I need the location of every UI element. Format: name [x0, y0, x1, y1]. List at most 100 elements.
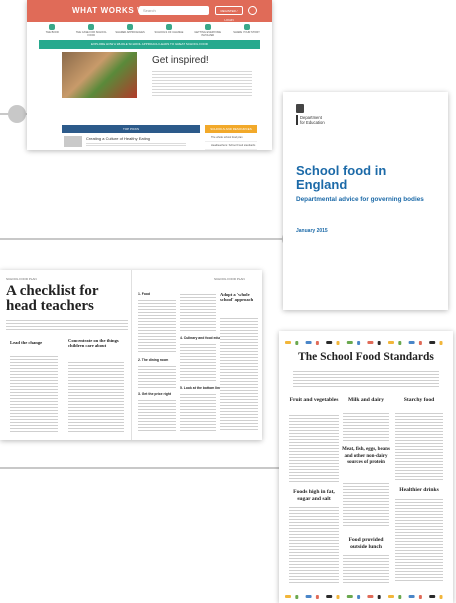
top-picks-header: TOP PICKS — [62, 125, 200, 133]
connector-dot — [8, 105, 26, 123]
department-name: Department for Education — [300, 115, 325, 125]
body-text — [138, 398, 176, 432]
decorative-border-bottom — [279, 589, 453, 599]
body-text — [289, 505, 339, 583]
document-subtitle: Departmental advice for governing bodies — [296, 196, 424, 203]
food-icon — [418, 595, 422, 599]
nav-item[interactable]: SCHOOLS OF CHANGE — [149, 22, 188, 38]
standard-heading: Meat, fish, eggs, beans and other non-da… — [342, 447, 390, 465]
running-header: SCHOOL FOOD PLAN — [6, 277, 37, 281]
column-heading: Adopt a 'whole school' approach — [220, 292, 254, 302]
subheading: 2. The dining room — [138, 358, 169, 362]
side-link[interactable]: The whole school food plan — [205, 134, 257, 142]
document-title: School food in England — [296, 163, 387, 192]
checklist-spread-card[interactable]: SCHOOL FOOD PLAN SCHOOL FOOD PLAN A chec… — [0, 270, 262, 440]
intro-text — [6, 318, 128, 332]
body-text — [68, 360, 124, 432]
food-icon — [398, 595, 402, 599]
food-standards-card[interactable]: The School Food Standards Fruit and vege… — [279, 331, 453, 603]
food-icon — [429, 595, 436, 598]
food-icon — [367, 341, 374, 344]
site-nav: THE BOOK THE CASE FOR SCHOOL FOOD SHARED… — [27, 22, 272, 38]
food-icon — [357, 595, 361, 599]
food-icon — [285, 341, 291, 344]
food-icons-row-bottom — [285, 595, 443, 599]
resources-header: SCHOOLS AND RESOURCES — [205, 125, 257, 133]
standard-heading: Fruit and vegetables — [289, 397, 339, 403]
food-icon — [398, 341, 402, 345]
list-item[interactable]: Creating a Culture of Healthy Eating — [62, 134, 200, 148]
nav-item[interactable]: THE CASE FOR SCHOOL FOOD — [72, 22, 111, 38]
food-icons-row-top — [285, 341, 443, 345]
standard-heading: Healthier drinks — [399, 487, 439, 493]
food-icon — [326, 595, 333, 598]
body-text — [10, 354, 58, 432]
intro-text — [293, 369, 439, 389]
hero-title: Get inspired! — [152, 55, 209, 66]
logo-rule — [296, 115, 298, 125]
food-icon — [439, 341, 443, 345]
food-icon — [285, 595, 291, 598]
nav-item[interactable]: THE BOOK — [33, 22, 72, 38]
connector-line — [0, 467, 290, 469]
food-icon — [336, 341, 340, 345]
food-icon — [315, 341, 319, 345]
food-icon — [305, 595, 312, 598]
dfe-document-card[interactable]: Department for Education School food in … — [283, 92, 448, 310]
standard-heading: Food provided outside lunch — [348, 537, 384, 550]
food-icon — [305, 341, 312, 344]
connector-line — [0, 238, 290, 240]
document-date: January 2015 — [296, 228, 328, 234]
body-text — [343, 481, 389, 527]
side-link[interactable]: Headteachers: School Food standards — [205, 142, 257, 150]
poster-title: The School Food Standards — [298, 351, 434, 363]
hero-text — [152, 69, 252, 97]
body-text — [289, 413, 339, 483]
page-fold — [131, 270, 132, 440]
body-text — [220, 316, 258, 432]
food-icon — [377, 595, 381, 599]
nav-item[interactable]: SHARED APPROACHES — [111, 22, 150, 38]
search-input[interactable]: Search — [139, 6, 209, 15]
decorative-border-top — [279, 335, 453, 345]
food-icon — [439, 595, 443, 599]
body-text — [395, 411, 443, 481]
subheading: 3. Get the price right — [138, 392, 171, 396]
nav-item[interactable]: SHARE YOUR STORY — [227, 22, 266, 38]
food-icon — [408, 341, 415, 344]
list-item-text — [86, 142, 186, 147]
body-text — [138, 298, 176, 354]
user-icon[interactable] — [248, 6, 257, 15]
department-line-2: for Education — [300, 120, 325, 125]
food-icon — [408, 595, 415, 598]
food-icon — [295, 595, 299, 599]
food-icon — [357, 341, 361, 345]
site-header: WHAT WORKS WELL Search REGISTER / LOGIN — [27, 0, 272, 22]
website-screenshot-card[interactable]: WHAT WORKS WELL Search REGISTER / LOGIN … — [27, 0, 272, 150]
body-text — [180, 292, 216, 332]
standard-heading: Foods high in fat, sugar and salt — [293, 489, 335, 502]
food-icon — [346, 595, 353, 598]
body-text — [180, 392, 216, 432]
hero-section: Get inspired! — [27, 49, 272, 101]
food-icon — [388, 595, 394, 598]
register-button[interactable]: REGISTER / LOGIN — [215, 6, 243, 22]
food-icon — [418, 341, 422, 345]
food-icon — [367, 595, 374, 598]
body-text — [343, 553, 389, 583]
promo-banner[interactable]: EXPLORE HOW A WHOLE SCHOOL APPROACH LEAD… — [39, 40, 260, 49]
food-icon — [336, 595, 340, 599]
nav-item[interactable]: GETTING EVERYONE INVOLVED — [188, 22, 227, 38]
food-icon — [346, 341, 353, 344]
body-text — [343, 411, 389, 443]
food-icon — [315, 595, 319, 599]
standard-heading: Milk and dairy — [347, 397, 385, 403]
body-text — [395, 497, 443, 583]
thumbnail — [64, 136, 82, 147]
list-item-title[interactable]: Creating a Culture of Healthy Eating — [86, 136, 150, 141]
checklist-title: A checklist for head teachers — [6, 283, 99, 314]
food-icon — [295, 341, 299, 345]
column-heading: Lead the change — [10, 340, 43, 345]
body-text — [138, 364, 176, 388]
subheading: 1. Food — [138, 292, 151, 296]
